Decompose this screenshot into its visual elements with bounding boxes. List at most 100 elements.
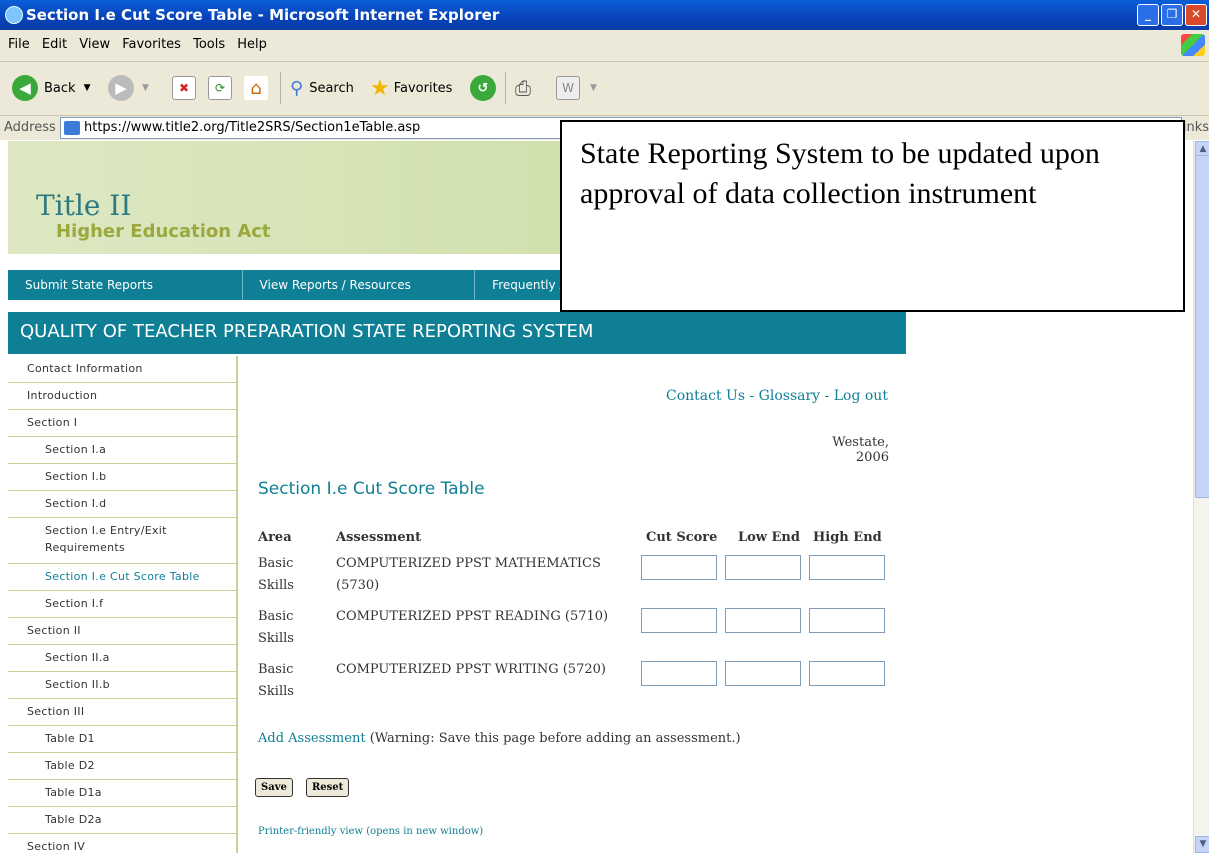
column-header-assessment: Assessment	[336, 530, 422, 545]
reset-button[interactable]: Reset	[306, 778, 350, 797]
minimize-button[interactable]: _	[1137, 4, 1159, 26]
scrollbar-thumb[interactable]	[1195, 155, 1209, 498]
stop-icon: ✖	[172, 76, 196, 100]
sidebar-item-section-id[interactable]: Section I.d	[8, 491, 236, 518]
menu-tools[interactable]: Tools	[193, 30, 225, 60]
table-row-area: Basic Skills	[258, 659, 294, 703]
top-links: Contact Us - Glossary - Log out	[666, 388, 888, 404]
add-assessment-link[interactable]: Add Assessment	[258, 731, 366, 746]
page-icon	[64, 121, 80, 135]
low-end-input[interactable]	[725, 555, 801, 580]
close-button[interactable]: ✕	[1185, 4, 1207, 26]
menu-edit[interactable]: Edit	[42, 30, 67, 60]
forward-arrow-icon: ▶	[108, 75, 134, 101]
table-row-assessment: COMPUTERIZED PPST READING (5710)	[336, 606, 608, 628]
high-end-input[interactable]	[809, 555, 885, 580]
save-button[interactable]: Save	[255, 778, 293, 797]
state-year: Westate, 2006	[832, 435, 889, 465]
cut-score-input[interactable]	[641, 555, 717, 580]
home-icon: ⌂	[244, 76, 268, 100]
back-arrow-icon: ◀	[12, 75, 38, 101]
low-end-input[interactable]	[725, 661, 801, 686]
sidebar-item-table-d2a[interactable]: Table D2a	[8, 807, 236, 834]
area-line: Skills	[258, 578, 294, 593]
area-line: Skills	[258, 684, 294, 699]
back-label: Back	[44, 80, 76, 96]
stop-button[interactable]: ✖	[172, 74, 196, 102]
search-label: Search	[309, 80, 354, 96]
vertical-scrollbar[interactable]: ▲ ▼	[1193, 141, 1209, 853]
search-button[interactable]: ⚲ Search	[290, 74, 354, 102]
sidebar-item-section-ia[interactable]: Section I.a	[8, 437, 236, 464]
sidebar-item-section-ie-entry-exit[interactable]: Section I.e Entry/Exit Requirements	[8, 518, 236, 564]
star-icon: ★	[370, 75, 390, 101]
history-button[interactable]: ↺	[470, 74, 496, 102]
annotation-callout: State Reporting System to be updated upo…	[560, 120, 1185, 312]
sidebar-item-section-iii[interactable]: Section III	[8, 699, 236, 726]
table-row-assessment: COMPUTERIZED PPST MATHEMATICS (5730)	[336, 553, 601, 597]
favorites-button[interactable]: ★ Favorites	[370, 74, 452, 102]
cut-score-input[interactable]	[641, 661, 717, 686]
sidebar-item-section-iib[interactable]: Section II.b	[8, 672, 236, 699]
chevron-down-icon: ▼	[590, 83, 597, 93]
sidebar-item-table-d1a[interactable]: Table D1a	[8, 780, 236, 807]
page-title: Section I.e Cut Score Table	[258, 479, 485, 499]
window-title: Section I.e Cut Score Table - Microsoft …	[26, 6, 500, 24]
menu-file[interactable]: File	[8, 30, 30, 60]
column-header-cut-score: Cut Score	[646, 530, 718, 545]
history-icon: ↺	[470, 75, 496, 101]
low-end-input[interactable]	[725, 608, 801, 633]
menu-favorites[interactable]: Favorites	[122, 30, 181, 60]
sidebar-item-section-i[interactable]: Section I	[8, 410, 236, 437]
maximize-button[interactable]: ❐	[1161, 4, 1183, 26]
address-url: https://www.title2.org/Title2SRS/Section…	[84, 120, 421, 135]
sidebar-item-section-iv[interactable]: Section IV	[8, 834, 236, 853]
log-out-link[interactable]: Log out	[834, 388, 888, 404]
sidebar-item-table-d1[interactable]: Table D1	[8, 726, 236, 753]
sidebar-item-section-ib[interactable]: Section I.b	[8, 464, 236, 491]
sidebar-item-section-if[interactable]: Section I.f	[8, 591, 236, 618]
column-header-low-end: Low End	[738, 530, 800, 545]
print-button[interactable]: ⎙	[515, 74, 531, 102]
area-line: Basic	[258, 662, 294, 677]
sidebar-item-introduction[interactable]: Introduction	[8, 383, 236, 410]
sidebar-item-section-ie-cut-score[interactable]: Section I.e Cut Score Table	[8, 564, 236, 591]
nav-submit-state-reports[interactable]: Submit State Reports	[8, 270, 243, 300]
annotation-text: State Reporting System to be updated upo…	[580, 137, 1100, 210]
menu-view[interactable]: View	[79, 30, 110, 60]
back-button[interactable]: ◀ Back ▼	[12, 74, 90, 102]
sidebar-item-table-d2[interactable]: Table D2	[8, 753, 236, 780]
toolbar: ◀ Back ▼ ▶ ▼ ✖ ⟳ ⌂ ⚲ Search ★ Favorites …	[0, 62, 1209, 116]
scroll-down-icon[interactable]: ▼	[1195, 836, 1209, 853]
contact-us-link[interactable]: Contact Us	[666, 388, 745, 404]
assessment-line: COMPUTERIZED PPST READING (5710)	[336, 609, 609, 624]
menu-help[interactable]: Help	[237, 30, 267, 60]
forward-button[interactable]: ▶ ▼	[108, 74, 149, 102]
nav-view-reports[interactable]: View Reports / Resources	[243, 270, 476, 300]
toolbar-separator	[280, 72, 281, 104]
ie-logo-icon	[5, 6, 23, 24]
home-button[interactable]: ⌂	[244, 74, 268, 102]
sidebar-item-section-ii[interactable]: Section II	[8, 618, 236, 645]
high-end-input[interactable]	[809, 608, 885, 633]
sidebar-item-contact-information[interactable]: Contact Information	[8, 356, 236, 383]
high-end-input[interactable]	[809, 661, 885, 686]
link-separator: -	[745, 388, 759, 404]
refresh-button[interactable]: ⟳	[208, 74, 232, 102]
edit-word-button[interactable]: W ▼	[556, 74, 597, 102]
link-separator: -	[820, 388, 834, 404]
cut-score-input[interactable]	[641, 608, 717, 633]
sidebar: Contact Information Introduction Section…	[8, 356, 238, 853]
system-title: QUALITY OF TEACHER PREPARATION STATE REP…	[8, 312, 906, 354]
table-row-area: Basic Skills	[258, 553, 294, 597]
printer-friendly-link[interactable]: Printer-friendly view (opens in new wind…	[258, 826, 483, 837]
logo-title: Title II	[36, 189, 132, 222]
favorites-label: Favorites	[393, 80, 453, 96]
column-header-area: Area	[258, 530, 292, 545]
glossary-link[interactable]: Glossary	[759, 388, 820, 404]
assessment-line: (5730)	[336, 578, 380, 593]
window-titlebar: Section I.e Cut Score Table - Microsoft …	[0, 0, 1209, 30]
logo-subtitle: Higher Education Act	[56, 221, 271, 242]
search-icon: ⚲	[290, 77, 304, 99]
sidebar-item-section-iia[interactable]: Section II.a	[8, 645, 236, 672]
